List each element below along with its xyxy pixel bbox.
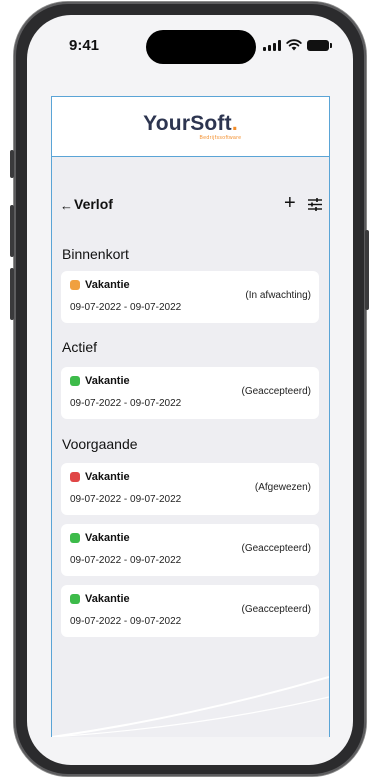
leave-status: (Geaccepteerd) <box>241 386 311 397</box>
leave-status: (Geaccepteerd) <box>241 604 311 615</box>
page-title: Verlof <box>74 196 113 212</box>
dynamic-island <box>146 30 256 64</box>
leave-status: (Afgewezen) <box>254 482 311 493</box>
top-bar: ← Verlof + <box>52 193 329 221</box>
signal-icon <box>263 39 281 51</box>
power-button <box>365 230 369 310</box>
leave-type: Vakantie <box>85 532 130 544</box>
app-frame: YourSoft. Bedrijfssoftware ← Verlof + Bi… <box>51 96 330 737</box>
leave-type: Vakantie <box>85 375 130 387</box>
brand-tagline: Bedrijfssoftware <box>199 135 242 141</box>
leave-card[interactable]: Vakantie 09-07-2022 - 09-07-2022 (Geacce… <box>61 367 319 419</box>
leave-dates: 09-07-2022 - 09-07-2022 <box>70 616 182 627</box>
phone-screen: 9:41 YourSoft. Bedrijfssoftware ← Verlof… <box>27 15 353 765</box>
status-dot-rejected <box>70 472 80 482</box>
sliders-icon[interactable] <box>308 198 322 211</box>
leave-card[interactable]: Vakantie 09-07-2022 - 09-07-2022 (Geacce… <box>61 524 319 576</box>
arrow-left-icon[interactable]: ← <box>60 198 73 213</box>
leave-dates: 09-07-2022 - 09-07-2022 <box>70 398 182 409</box>
section-heading-voorgaande: Voorgaande <box>62 436 138 452</box>
volume-up-button <box>10 205 14 257</box>
app-body: ← Verlof + Binnenkort Vakantie 09-07-202… <box>52 157 329 737</box>
leave-type: Vakantie <box>85 279 130 291</box>
plus-icon[interactable]: + <box>284 193 296 213</box>
status-time: 9:41 <box>69 37 100 54</box>
leave-card[interactable]: Vakantie 09-07-2022 - 09-07-2022 (Afgewe… <box>61 463 319 515</box>
section-heading-binnenkort: Binnenkort <box>62 246 129 262</box>
leave-dates: 09-07-2022 - 09-07-2022 <box>70 494 182 505</box>
leave-dates: 09-07-2022 - 09-07-2022 <box>70 555 182 566</box>
logo-header: YourSoft. Bedrijfssoftware <box>52 97 329 157</box>
leave-type: Vakantie <box>85 471 130 483</box>
wifi-icon <box>286 39 302 51</box>
leave-status: (In afwachting) <box>245 290 311 301</box>
action-button <box>10 150 14 178</box>
leave-type: Vakantie <box>85 593 130 605</box>
background-swoosh <box>52 676 329 737</box>
battery-icon <box>307 39 332 51</box>
status-dot-accepted <box>70 533 80 543</box>
brand-logo: YourSoft. <box>143 112 238 135</box>
leave-card[interactable]: Vakantie 09-07-2022 - 09-07-2022 (In afw… <box>61 271 319 323</box>
leave-dates: 09-07-2022 - 09-07-2022 <box>70 302 182 313</box>
volume-down-button <box>10 268 14 320</box>
leave-card[interactable]: Vakantie 09-07-2022 - 09-07-2022 (Geacce… <box>61 585 319 637</box>
status-dot-accepted <box>70 594 80 604</box>
section-heading-actief: Actief <box>62 339 98 355</box>
status-dot-accepted <box>70 376 80 386</box>
status-icons <box>263 39 332 51</box>
status-bar: 9:41 <box>27 15 353 79</box>
status-dot-pending <box>70 280 80 290</box>
leave-status: (Geaccepteerd) <box>241 543 311 554</box>
